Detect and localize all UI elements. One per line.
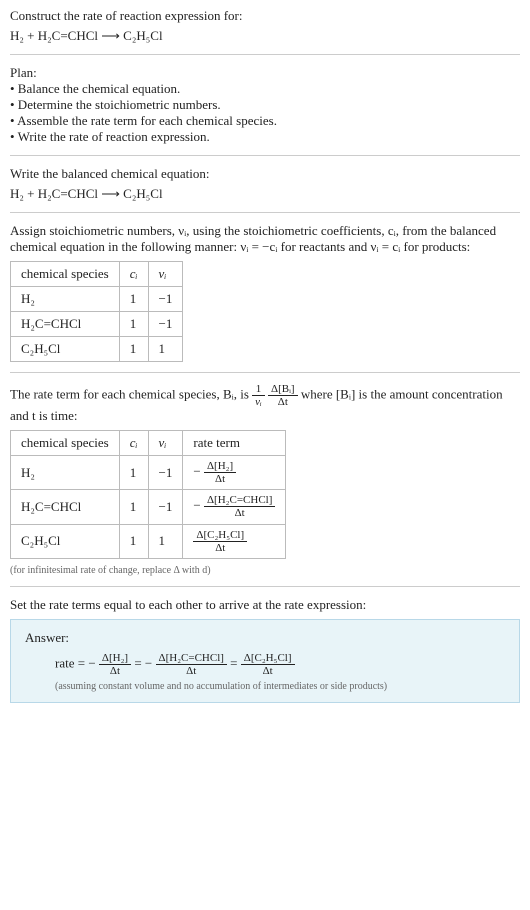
cell-rate-term: Δ[C₂H₅Cl] Δt [183, 524, 286, 558]
cell-c: 1 [119, 312, 148, 337]
col-header: rate term [183, 431, 286, 456]
col-header: chemical species [11, 262, 120, 287]
cell-species: C₂H₅Cl [11, 337, 120, 362]
balanced-title: Write the balanced chemical equation: [10, 166, 520, 182]
stoich-section: Assign stoichiometric numbers, νᵢ, using… [10, 223, 520, 362]
table-header-row: chemical species cᵢ νᵢ [11, 262, 183, 287]
intro-section: Construct the rate of reaction expressio… [10, 8, 520, 44]
table-row: H₂C=CHCl 1 −1 [11, 312, 183, 337]
fraction: Δ[H₂] Δt [204, 460, 236, 485]
rate-terms-text: The rate term for each chemical species,… [10, 383, 520, 424]
rate-terms-footnote: (for infinitesimal rate of change, repla… [10, 565, 520, 576]
final-section: Set the rate terms equal to each other t… [10, 597, 520, 703]
answer-expression: rate = − Δ[H₂] Δt = − Δ[H₂C=CHCl] Δt = Δ… [55, 652, 505, 677]
table-row: H₂ 1 −1 [11, 287, 183, 312]
plan-item: • Balance the chemical equation. [10, 81, 520, 97]
col-header: cᵢ [119, 431, 148, 456]
cell-v: −1 [148, 456, 183, 490]
rate-terms-section: The rate term for each chemical species,… [10, 383, 520, 576]
table-row: C₂H₅Cl 1 1 Δ[C₂H₅Cl] Δt [11, 524, 286, 558]
col-header: νᵢ [148, 262, 183, 287]
cell-c: 1 [119, 524, 148, 558]
col-header: νᵢ [148, 431, 183, 456]
fraction: Δ[C₂H₅Cl] Δt [241, 652, 295, 677]
fraction: Δ[H₂C=CHCl] Δt [156, 652, 227, 677]
col-header: cᵢ [119, 262, 148, 287]
cell-v: 1 [148, 524, 183, 558]
divider [10, 372, 520, 373]
cell-rate-term: − Δ[H₂C=CHCl] Δt [183, 490, 286, 524]
cell-v: −1 [148, 490, 183, 524]
divider [10, 212, 520, 213]
balanced-section: Write the balanced chemical equation: H₂… [10, 166, 520, 202]
cell-c: 1 [119, 287, 148, 312]
stoich-text: Assign stoichiometric numbers, νᵢ, using… [10, 223, 520, 255]
cell-c: 1 [119, 456, 148, 490]
plan-item: • Determine the stoichiometric numbers. [10, 97, 520, 113]
intro-title: Construct the rate of reaction expressio… [10, 8, 520, 24]
intro-equation: H₂ + H₂C=CHCl ⟶ C₂H₅Cl [10, 28, 520, 44]
balanced-equation: H₂ + H₂C=CHCl ⟶ C₂H₅Cl [10, 186, 520, 202]
cell-species: H₂C=CHCl [11, 312, 120, 337]
plan-item: • Assemble the rate term for each chemic… [10, 113, 520, 129]
divider [10, 586, 520, 587]
fraction: Δ[Bᵢ] Δt [268, 383, 298, 408]
fraction: 1 νᵢ [252, 383, 265, 408]
divider [10, 155, 520, 156]
fraction: Δ[H₂] Δt [99, 652, 131, 677]
plan-item: • Write the rate of reaction expression. [10, 129, 520, 145]
cell-species: C₂H₅Cl [11, 524, 120, 558]
answer-box: Answer: rate = − Δ[H₂] Δt = − Δ[H₂C=CHCl… [10, 619, 520, 703]
plan-section: Plan: • Balance the chemical equation. •… [10, 65, 520, 145]
cell-v: −1 [148, 287, 183, 312]
cell-c: 1 [119, 490, 148, 524]
table-row: H₂C=CHCl 1 −1 − Δ[H₂C=CHCl] Δt [11, 490, 286, 524]
divider [10, 54, 520, 55]
cell-v: −1 [148, 312, 183, 337]
stoich-table: chemical species cᵢ νᵢ H₂ 1 −1 H₂C=CHCl … [10, 261, 183, 362]
answer-label: Answer: [25, 630, 505, 646]
cell-species: H₂C=CHCl [11, 490, 120, 524]
cell-c: 1 [119, 337, 148, 362]
fraction: Δ[C₂H₅Cl] Δt [193, 529, 247, 554]
cell-v: 1 [148, 337, 183, 362]
fraction: Δ[H₂C=CHCl] Δt [204, 494, 275, 519]
table-row: C₂H₅Cl 1 1 [11, 337, 183, 362]
rate-terms-table: chemical species cᵢ νᵢ rate term H₂ 1 −1… [10, 430, 286, 559]
table-row: H₂ 1 −1 − Δ[H₂] Δt [11, 456, 286, 490]
cell-species: H₂ [11, 456, 120, 490]
cell-species: H₂ [11, 287, 120, 312]
answer-footnote: (assuming constant volume and no accumul… [55, 681, 505, 692]
table-header-row: chemical species cᵢ νᵢ rate term [11, 431, 286, 456]
col-header: chemical species [11, 431, 120, 456]
plan-title: Plan: [10, 65, 520, 81]
cell-rate-term: − Δ[H₂] Δt [183, 456, 286, 490]
final-instruction: Set the rate terms equal to each other t… [10, 597, 520, 613]
